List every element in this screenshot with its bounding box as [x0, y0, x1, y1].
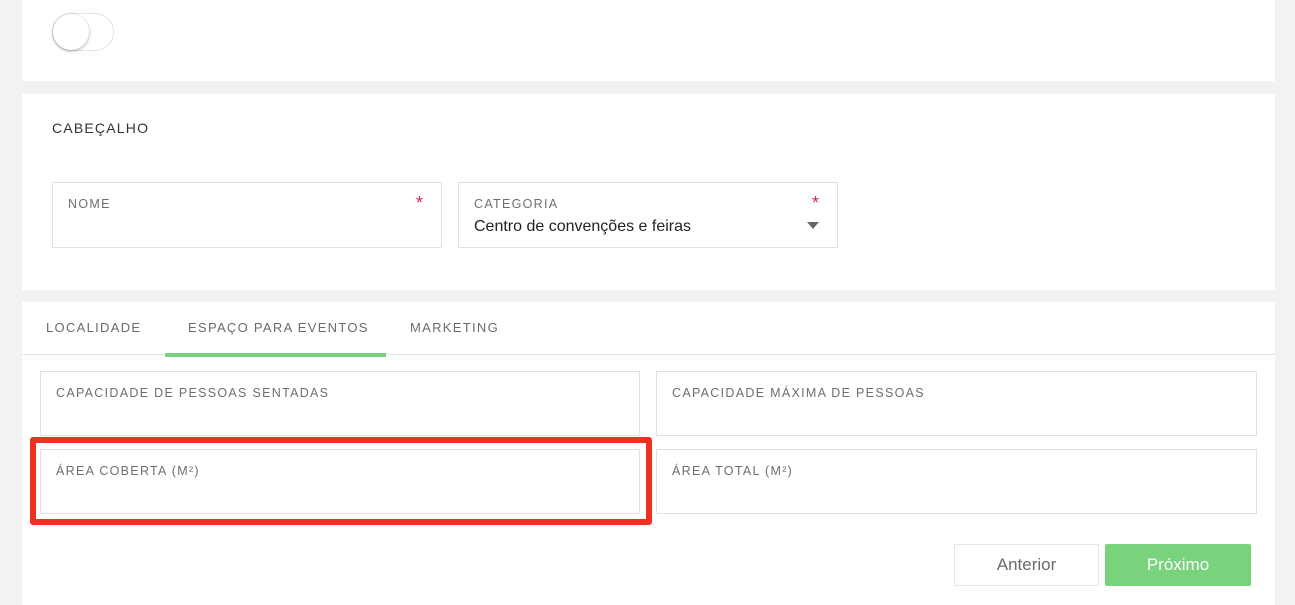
- capacidade-sentadas-label: CAPACIDADE DE PESSOAS SENTADAS: [56, 386, 330, 400]
- area-total-field[interactable]: ÁREA TOTAL (M²): [656, 449, 1257, 514]
- toggle-knob[interactable]: [53, 14, 89, 50]
- categoria-value: Centro de convenções e feiras: [474, 218, 692, 235]
- section-title: CABEÇALHO: [52, 120, 150, 136]
- next-button[interactable]: Próximo: [1105, 544, 1251, 586]
- tab-marketing[interactable]: MARKETING: [410, 320, 499, 335]
- active-tab-indicator: [165, 353, 386, 357]
- toggle-switch[interactable]: [52, 13, 114, 51]
- tab-espaco-para-eventos[interactable]: ESPAÇO PARA EVENTOS: [188, 320, 369, 335]
- capacidade-maxima-label: CAPACIDADE MÁXIMA DE PESSOAS: [672, 386, 925, 400]
- required-asterisk: *: [811, 193, 819, 213]
- top-card: [22, 0, 1275, 81]
- categoria-label: CATEGORIA: [474, 197, 559, 211]
- tab-localidade[interactable]: LOCALIDADE: [46, 320, 141, 335]
- caret-down-icon[interactable]: [807, 222, 819, 229]
- previous-button[interactable]: Anterior: [954, 544, 1099, 586]
- nome-field[interactable]: NOME *: [52, 182, 442, 248]
- highlight-box: [30, 437, 652, 525]
- nome-label: NOME: [68, 197, 111, 211]
- capacidade-sentadas-field[interactable]: CAPACIDADE DE PESSOAS SENTADAS: [40, 371, 640, 436]
- categoria-select[interactable]: CATEGORIA * Centro de convenções e feira…: [458, 182, 838, 248]
- capacidade-maxima-field[interactable]: CAPACIDADE MÁXIMA DE PESSOAS: [656, 371, 1257, 436]
- area-total-label: ÁREA TOTAL (M²): [672, 464, 794, 478]
- required-asterisk: *: [415, 193, 423, 213]
